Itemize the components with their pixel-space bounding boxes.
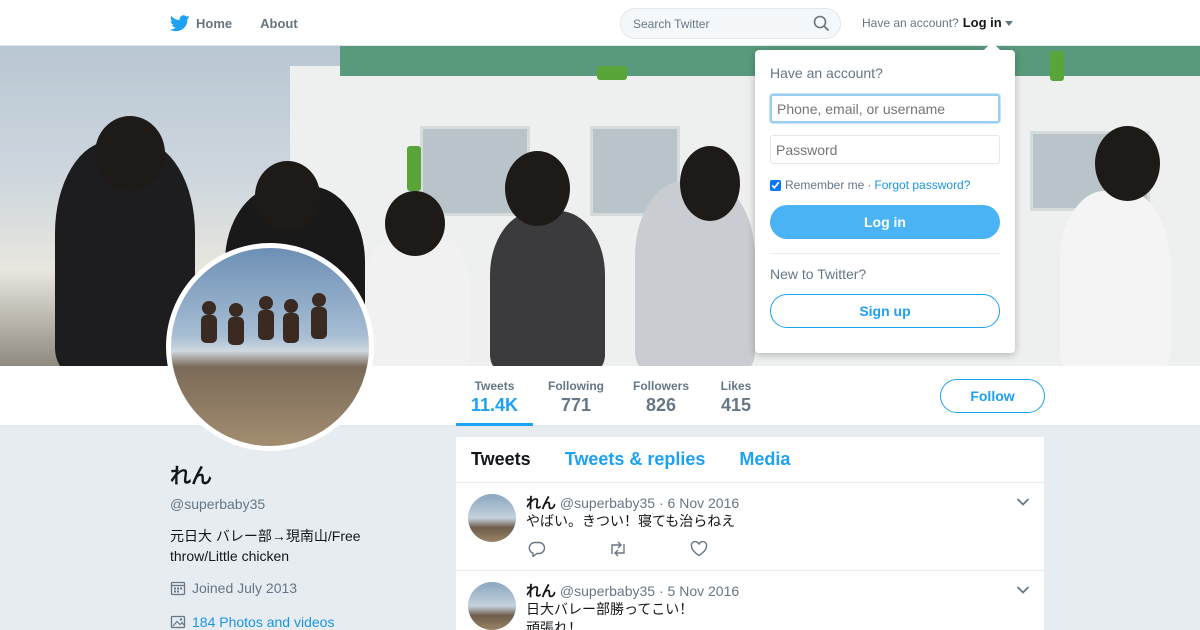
profile-handle[interactable]: @superbaby35 [170,496,420,512]
tab-tweets[interactable]: Tweets [471,449,531,470]
tweet-avatar[interactable] [468,582,516,630]
reply-icon[interactable] [528,541,546,557]
dropdown-title: Have an account? [770,65,883,81]
tweet-text-line: 日大バレー部勝ってこい！ [526,601,694,617]
tweet-actions [528,541,770,557]
remember-label[interactable]: Remember me [785,178,864,192]
tweet-author-handle[interactable]: @superbaby35 [560,583,655,599]
dropdown-divider [770,253,1000,254]
login-button[interactable]: Log in [770,205,1000,239]
stat-likes[interactable]: Likes 415 [711,366,761,426]
stat-value: 11.4K [470,395,519,415]
login-dropdown: Have an account? Remember me · Forgot pa… [755,42,1015,353]
banner-person [490,211,605,366]
search-placeholder: Search Twitter [633,16,710,31]
nav-about-label: About [260,15,298,31]
signup-button[interactable]: Sign up [770,294,1000,328]
chevron-down-icon[interactable] [1016,497,1030,507]
nav-home-label: Home [196,15,233,31]
search-input[interactable]: Search Twitter [620,8,841,39]
timeline-tabs: Tweets Tweets & replies Media [456,437,1044,483]
login-menu-link[interactable]: Log in [963,15,1002,30]
banner-person-head [505,151,570,226]
search-icon[interactable] [813,15,830,32]
forgot-password-link[interactable]: Forgot password? [874,178,970,192]
nav-about[interactable]: About [260,0,298,46]
banner-person-head [95,116,165,191]
banner-bottle [1050,51,1064,81]
username-field[interactable] [770,94,1000,123]
heart-icon[interactable] [690,541,708,557]
tweet-date[interactable]: 6 Nov 2016 [668,495,740,511]
banner-bottle [407,146,421,191]
stat-following[interactable]: Following 771 [541,366,611,426]
profile-avatar[interactable] [166,243,374,451]
banner-person-head [680,146,740,221]
stat-label: Followers [632,379,689,393]
timeline: Tweets Tweets & replies Media れん @superb… [456,437,1044,630]
tab-tweets-replies[interactable]: Tweets & replies [565,449,706,470]
tweet-header: れん @superbaby35 · 6 Nov 2016 [526,492,739,513]
tweet-date-separator: · [658,495,668,511]
photos-videos-link[interactable]: 184 Photos and videos [170,614,420,630]
tweet-author-name[interactable]: れん [526,583,556,600]
joined-text: Joined July 2013 [192,580,298,596]
tweet-date-separator: · [658,583,668,599]
twitter-bird-icon [170,14,190,31]
tweet-avatar[interactable] [468,494,516,542]
stat-label: Following [548,379,604,393]
chevron-down-icon[interactable] [1016,585,1030,595]
calendar-icon [170,581,186,596]
tweet-item[interactable]: れん @superbaby35 · 5 Nov 2016 日大バレー部勝ってこい… [456,571,1044,630]
top-navigation-bar: Home About Search Twitter Have an accoun… [0,0,1200,46]
banner-person-head [255,161,320,231]
tweet-header: れん @superbaby35 · 5 Nov 2016 [526,580,739,601]
banner-person-head [385,191,445,256]
tweet-item[interactable]: れん @superbaby35 · 6 Nov 2016 やばい。きつい！寝ても… [456,483,1044,571]
tweet-author-name[interactable]: れん [526,495,556,512]
stat-tweets[interactable]: Tweets 11.4K [456,366,533,426]
stat-label: Tweets [474,379,515,393]
remember-row: Remember me · Forgot password? [770,178,1000,192]
new-to-twitter-label: New to Twitter? [770,266,867,282]
chevron-down-icon[interactable] [1004,20,1013,26]
stat-value: 826 [645,395,677,415]
retweet-icon[interactable] [608,541,628,557]
remember-checkbox[interactable] [770,179,781,191]
account-area: Have an account? Log in [862,15,1013,30]
photos-videos-label: 184 Photos and videos [192,614,335,630]
tweet-date[interactable]: 5 Nov 2016 [668,583,740,599]
profile-description: 元日大 バレー部→現南山/Free throw/Little chicken [170,528,361,564]
banner-person [1060,191,1170,366]
image-icon [170,615,186,629]
profile-bio: れん @superbaby35 元日大 バレー部→現南山/Free throw/… [170,460,420,630]
profile-joined: Joined July 2013 [170,580,420,596]
tweet-text: 日大バレー部勝ってこい！ 頑張れ！ [526,600,693,630]
tweet-author-handle[interactable]: @superbaby35 [560,495,655,511]
avatar-photo [201,293,327,345]
follow-button[interactable]: Follow [940,379,1045,413]
stat-value: 415 [720,395,752,415]
tab-media[interactable]: Media [739,449,790,470]
stat-followers[interactable]: Followers 826 [626,366,696,426]
banner-bottle [597,66,627,80]
profile-name[interactable]: れん [170,460,420,490]
stat-label: Likes [720,379,752,393]
stat-value: 771 [560,395,592,415]
nav-home[interactable]: Home [170,0,232,46]
account-prompt: Have an account? [862,15,959,30]
tweet-text-line: 頑張れ！ [526,620,582,630]
remember-separator: · [867,178,872,192]
tweet-text: やばい。きつい！寝ても治らねえ [526,513,736,529]
nav-left: Home About [170,0,326,46]
password-field[interactable] [770,135,1000,164]
banner-person-head [1095,126,1160,201]
